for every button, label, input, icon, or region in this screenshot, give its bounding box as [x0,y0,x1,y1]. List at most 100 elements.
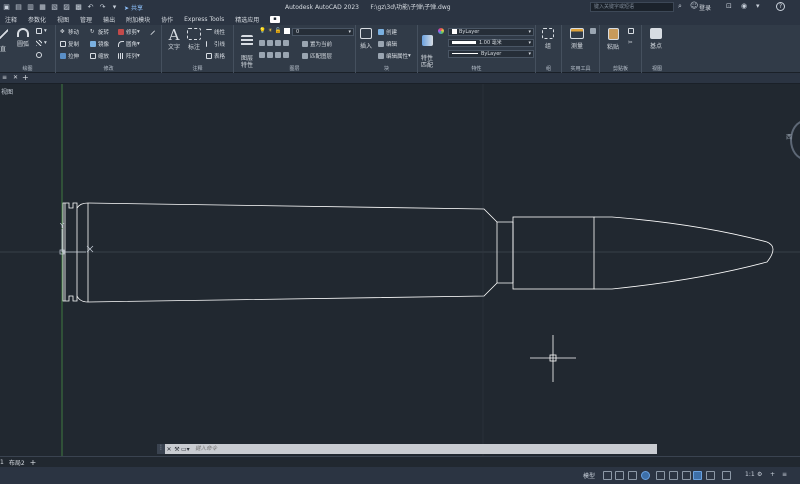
tab-output[interactable]: 输出 [103,15,115,24]
close-icon[interactable]: ✕ [165,446,173,453]
layer-dropdown[interactable]: 0 ▾ [292,28,354,36]
text-button[interactable]: A 文字 [165,28,183,52]
stretch-button[interactable]: 拉伸 [60,52,79,60]
ortho-toggle-icon[interactable] [628,471,637,480]
workspace-icon[interactable]: ▾ [110,3,119,12]
settings-icon[interactable]: ⚙ [757,471,762,478]
color-dropdown[interactable]: ByLayer ▾ [448,28,534,36]
panel-utilities-title[interactable]: 实用工具 [562,65,599,72]
lineweight-toggle-icon[interactable] [693,471,702,480]
layer-freeze-icon[interactable] [275,40,281,46]
tab-annotate[interactable]: 注释 [5,15,17,24]
fillet-button[interactable]: 圆角 ▾ [118,40,140,48]
drawing-canvas[interactable]: Y [0,84,800,456]
rectangle-button[interactable]: ▾ [36,28,47,34]
tab-manage[interactable]: 管理 [80,15,92,24]
edit-block-button[interactable]: 编辑 [378,40,397,48]
login-button[interactable]: 登录 [699,3,711,12]
model-space-button[interactable]: 模型 [583,471,595,480]
copy-button[interactable]: 复制 [60,40,79,48]
leader-button[interactable]: 引线 [206,40,225,48]
layout-tab-2[interactable]: 布局2 [9,458,25,467]
grid-toggle-icon[interactable] [603,471,612,480]
tab-more[interactable]: ▪ [270,16,280,23]
panel-modify-title[interactable]: 修改 [56,65,161,72]
utilities-extra[interactable] [590,28,598,34]
edit-attributes-button[interactable]: 编辑属性 ▾ [378,52,411,60]
add-tab-icon[interactable]: + [22,73,29,82]
move-button[interactable]: ✥ 移动 [60,28,79,36]
tab-view[interactable]: 视图 [57,15,69,24]
color-wheel-icon[interactable] [438,28,446,34]
open-file-icon[interactable]: ▥ [26,3,35,12]
tab-featured-apps[interactable]: 精选应用 [235,15,259,24]
array-button[interactable]: 阵列 ▾ [118,52,140,60]
mirror-button[interactable]: 镜像 [90,40,109,48]
linear-button[interactable]: 线性 [206,28,225,36]
panel-block-title[interactable]: 块 [356,65,417,72]
insert-button[interactable]: 插入 [357,28,375,50]
scale-display[interactable]: 1:1 [745,471,755,478]
cart-icon[interactable]: ⊡ [726,2,732,10]
layer-off-icon[interactable] [259,40,265,46]
layer-isolate-icon[interactable] [267,40,273,46]
cartridge-case[interactable] [76,202,514,303]
tab-collaborate[interactable]: 协作 [161,15,173,24]
copy-clip-button[interactable] [628,28,636,34]
isodraft-icon[interactable] [656,471,665,480]
tab-addins[interactable]: 附加模块 [126,15,150,24]
panel-clipboard-title[interactable]: 剪贴板 [600,65,641,72]
search-input[interactable]: 键入关键字或短语 [590,2,674,12]
share-button[interactable]: ➤ 共享 [124,3,143,12]
dropdown-icon[interactable]: ▾ [756,2,760,10]
print-icon[interactable]: ▩ [74,3,83,12]
close-icon[interactable]: ✕ [13,74,18,81]
save-icon[interactable]: ▦ [38,3,47,12]
polar-toggle-icon[interactable] [641,471,650,480]
save-as-icon[interactable]: ▧ [50,3,59,12]
table-button[interactable]: 表格 [206,52,225,60]
snap-toggle-icon[interactable] [615,471,624,480]
hamburger-icon[interactable]: ≡ [2,74,7,81]
measure-button[interactable]: 测量 [566,28,588,50]
search-icon[interactable]: ⌕ [678,2,682,11]
profile-icon[interactable]: ◉ [741,2,747,10]
lock-icon[interactable]: 🔓 [275,28,282,34]
panel-draw-title[interactable]: 绘图 [0,65,55,72]
line-button[interactable]: 直 [0,28,10,53]
redo-icon[interactable]: ↷ [98,3,107,12]
add-layout-icon[interactable]: + [30,458,37,467]
plus-icon[interactable]: + [770,471,775,478]
panel-layers-title[interactable]: 图层 [234,65,355,72]
command-prompt-icon[interactable]: ▭▾ [181,446,195,453]
tab-express-tools[interactable]: Express Tools [184,16,224,23]
basepoint-button[interactable]: 基点 [646,28,666,50]
help-icon[interactable]: ? [776,2,785,11]
layer-unlock-icon[interactable] [283,52,289,58]
tab-parametric[interactable]: 参数化 [28,15,46,24]
annotation-scale-icon[interactable] [722,471,731,480]
hatch-button[interactable]: ▾ [36,40,47,46]
layer-properties-button[interactable]: 图层 特性 [237,28,257,69]
match-properties-button[interactable]: 特性 匹配 [419,28,435,69]
web-mobile-icon[interactable]: ▨ [62,3,71,12]
app-menu-icon[interactable]: ▣ [2,3,11,12]
drag-handle-icon[interactable]: ⋮ [157,444,165,454]
arc-button[interactable]: 圆弧 [14,28,32,48]
panel-properties-title[interactable]: 特性 [418,65,535,72]
layer-color-swatch[interactable] [283,28,290,34]
new-file-icon[interactable]: ▤ [14,3,23,12]
lineweight-dropdown[interactable]: 1.00 毫米 ▾ [448,39,534,47]
group-button[interactable]: 组 [538,28,558,50]
bullet-ogive[interactable] [594,216,774,290]
object-snap-tracking-icon[interactable] [669,471,678,480]
wrench-icon[interactable]: ⚒ [173,446,181,453]
scale-button[interactable]: 缩放 [90,52,109,60]
user-icon[interactable]: ☺ [690,1,698,10]
panel-annotation-title[interactable]: 注释 [162,65,233,72]
layer-lock-icon[interactable] [283,40,289,46]
rotate-button[interactable]: ↻ 旋转 [90,28,109,36]
dimension-button[interactable]: 标注 [184,28,204,51]
erase-button[interactable] [146,26,156,36]
layout-tab-1[interactable]: 1 [0,459,4,466]
